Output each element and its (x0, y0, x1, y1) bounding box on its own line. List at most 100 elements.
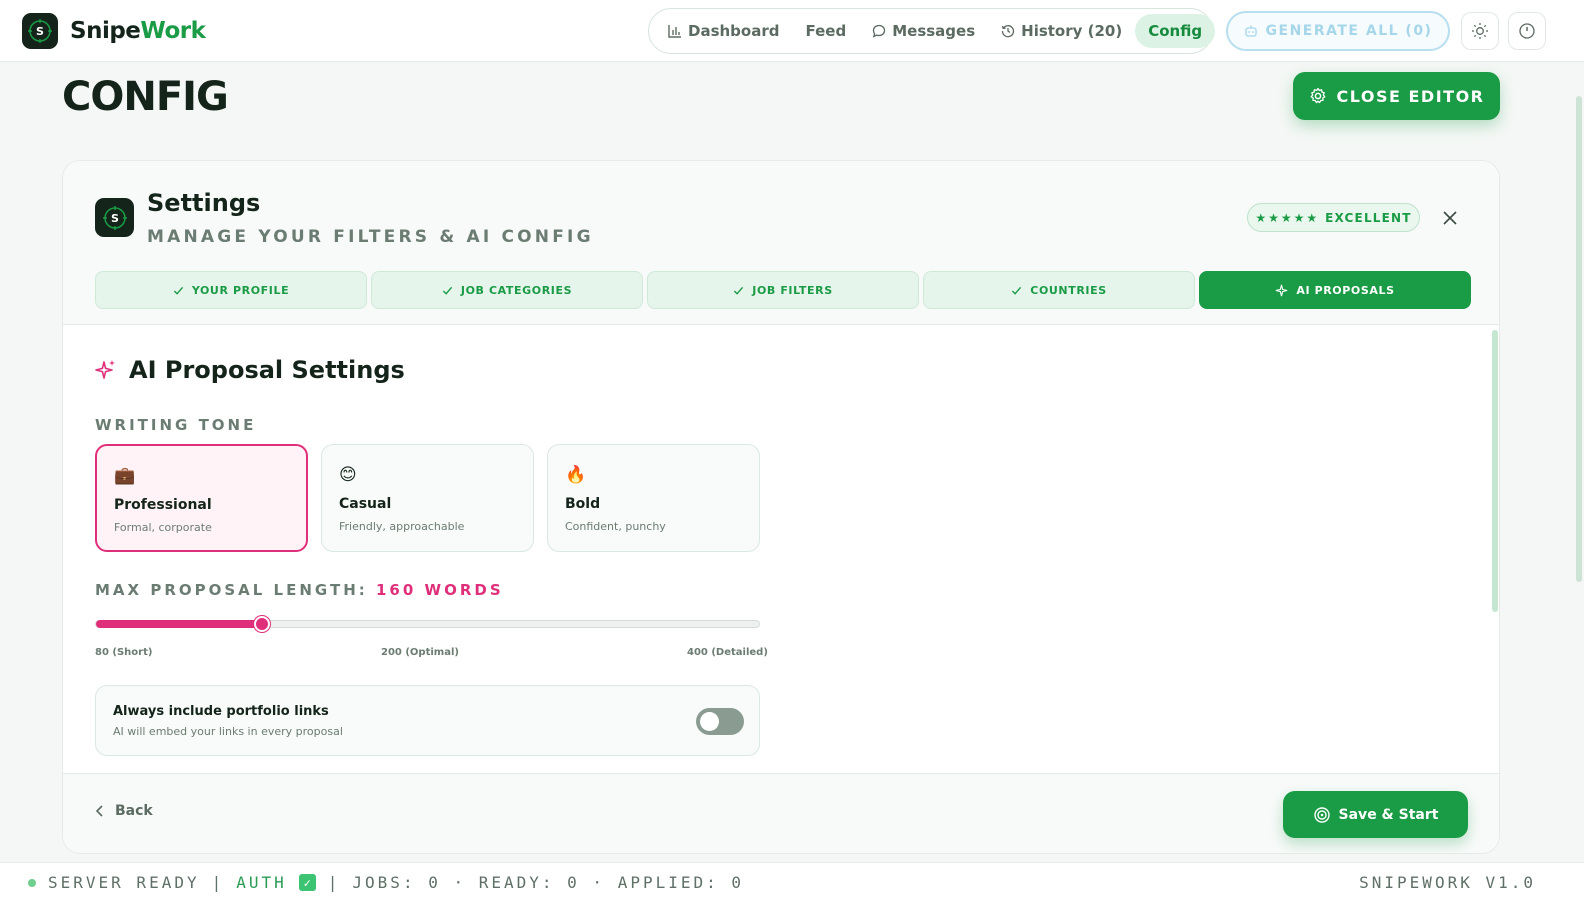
history-icon (1001, 25, 1015, 38)
check-icon (1012, 286, 1022, 295)
tab-job-filters[interactable]: JOB FILTERS (647, 271, 919, 309)
nav-config-label: Config (1148, 22, 1203, 40)
nav-dashboard-label: Dashboard (688, 22, 780, 40)
tone-name: Professional (114, 497, 212, 513)
section-title-label: AI Proposal Settings (129, 356, 405, 384)
portfolio-links-toggle[interactable] (696, 708, 744, 735)
top-bar: S SnipeWork Dashboard Feed Messages Hist… (0, 0, 1584, 62)
portfolio-links-desc: AI will embed your links in every propos… (113, 725, 343, 738)
nav-feed-label: Feed (805, 22, 847, 40)
settings-title: Settings (147, 189, 261, 217)
tab-your-profile[interactable]: YOUR PROFILE (95, 271, 367, 309)
slider-tick-max: 400 (Detailed) (687, 647, 768, 658)
close-icon (1443, 211, 1457, 225)
page-scrollbar[interactable] (1576, 96, 1582, 582)
settings-logo-icon: S (95, 198, 134, 237)
toggle-knob (700, 712, 719, 731)
tab-countries[interactable]: COUNTRIES (923, 271, 1195, 309)
tone-option-bold[interactable]: 🔥 Bold Confident, punchy (547, 444, 760, 552)
app-version: SNIPEWORK V1.0 (1359, 873, 1536, 892)
rating-badge: ★★★★★ EXCELLENT (1247, 203, 1420, 232)
settings-panel: S Settings MANAGE YOUR FILTERS & AI CONF… (62, 160, 1500, 854)
portfolio-links-title: Always include portfolio links (113, 704, 329, 719)
panel-scrollbar[interactable] (1492, 326, 1498, 774)
job-counts: JOBS: 0 · READY: 0 · APPLIED: 0 (352, 873, 745, 892)
nav-history-label: History (20) (1021, 22, 1123, 40)
check-icon: ✓ (298, 874, 316, 891)
close-editor-label: CLOSE EDITOR (1336, 86, 1485, 106)
tab-label: JOB CATEGORIES (460, 283, 573, 297)
brand[interactable]: S SnipeWork (22, 13, 206, 49)
tab-label: AI PROPOSALS (1296, 283, 1395, 297)
settings-tabs: YOUR PROFILE JOB CATEGORIES JOB FILTERS … (95, 271, 1471, 309)
check-icon (173, 286, 183, 295)
tab-label: COUNTRIES (1030, 283, 1107, 297)
generate-all-label: GENERATE ALL (0) (1265, 23, 1433, 39)
chevron-left-icon (95, 805, 103, 817)
slider-handle[interactable] (253, 616, 270, 632)
close-settings-button[interactable] (1439, 207, 1461, 229)
main-nav: Dashboard Feed Messages History (20) Con… (648, 8, 1216, 54)
server-status: SERVER READY (48, 873, 200, 892)
target-icon (1313, 806, 1330, 823)
fire-icon: 🔥 (565, 465, 587, 485)
chat-bubble-icon (872, 24, 886, 38)
tone-desc: Formal, corporate (114, 521, 212, 534)
status-separator: | (327, 873, 341, 892)
tone-name: Casual (339, 496, 392, 512)
page-title: CONFIG (62, 74, 229, 120)
check-icon (442, 286, 453, 295)
rating-label: EXCELLENT (1325, 210, 1412, 225)
slider-tick-mid: 200 (Optimal) (381, 647, 459, 658)
close-editor-button[interactable]: CLOSE EDITOR (1293, 72, 1500, 120)
nav-feed[interactable]: Feed (792, 14, 859, 48)
section-title: AI Proposal Settings (95, 356, 405, 384)
nav-messages[interactable]: Messages (859, 14, 988, 48)
tone-option-casual[interactable]: 😊 Casual Friendly, approachable (321, 444, 534, 552)
tab-job-categories[interactable]: JOB CATEGORIES (371, 271, 643, 309)
svg-text:S: S (36, 25, 44, 38)
power-icon (1519, 23, 1535, 39)
app-name: SnipeWork (70, 18, 206, 44)
slider-fill (96, 620, 262, 628)
sparkles-icon (95, 360, 115, 379)
tab-label: YOUR PROFILE (191, 283, 290, 297)
auth-status: AUTH (236, 873, 287, 892)
nav-history[interactable]: History (20) (988, 14, 1135, 48)
nav-config[interactable]: Config (1135, 14, 1216, 48)
tab-ai-proposals[interactable]: AI PROPOSALS (1199, 271, 1471, 309)
sparkles-icon (1276, 284, 1288, 296)
bar-chart-icon (668, 25, 681, 38)
max-length-label: MAX PROPOSAL LENGTH: 160 WORDS (95, 581, 504, 599)
slider-tick-min: 80 (Short) (95, 647, 153, 658)
max-length-slider[interactable] (95, 616, 760, 632)
writing-tone-label: WRITING TONE (95, 416, 257, 434)
svg-text:S: S (111, 212, 119, 225)
settings-header: S Settings MANAGE YOUR FILTERS & AI CONF… (63, 161, 1499, 325)
power-button[interactable] (1508, 12, 1546, 50)
back-label: Back (115, 803, 153, 819)
nav-dashboard[interactable]: Dashboard (655, 14, 792, 48)
max-length-text: MAX PROPOSAL LENGTH: (95, 581, 368, 599)
panel-scrollbar-thumb[interactable] (1492, 330, 1498, 612)
save-label: Save & Start (1338, 806, 1439, 823)
generate-all-button[interactable]: GENERATE ALL (0) (1226, 11, 1450, 51)
smile-icon: 😊 (339, 465, 357, 485)
tone-name: Bold (565, 496, 601, 512)
max-length-value: 160 WORDS (375, 581, 504, 599)
save-and-start-button[interactable]: Save & Start (1283, 791, 1468, 838)
settings-subtitle: MANAGE YOUR FILTERS & AI CONFIG (147, 227, 594, 247)
theme-toggle-button[interactable] (1461, 12, 1499, 50)
settings-footer: Back Save & Start (63, 773, 1499, 853)
rating-stars: ★★★★★ (1255, 210, 1320, 225)
tone-desc: Confident, punchy (565, 520, 666, 533)
status-bar: SERVER READY | AUTH ✓ | JOBS: 0 · READY:… (0, 862, 1584, 907)
gear-icon (1310, 87, 1325, 104)
ai-proposals-section: AI Proposal Settings WRITING TONE 💼 Prof… (63, 326, 1499, 774)
status-dot-icon (28, 878, 36, 887)
check-icon (734, 286, 744, 295)
tone-option-professional[interactable]: 💼 Professional Formal, corporate (95, 444, 308, 552)
robot-icon (1244, 25, 1257, 37)
back-button[interactable]: Back (95, 803, 153, 819)
briefcase-icon: 💼 (114, 466, 136, 486)
